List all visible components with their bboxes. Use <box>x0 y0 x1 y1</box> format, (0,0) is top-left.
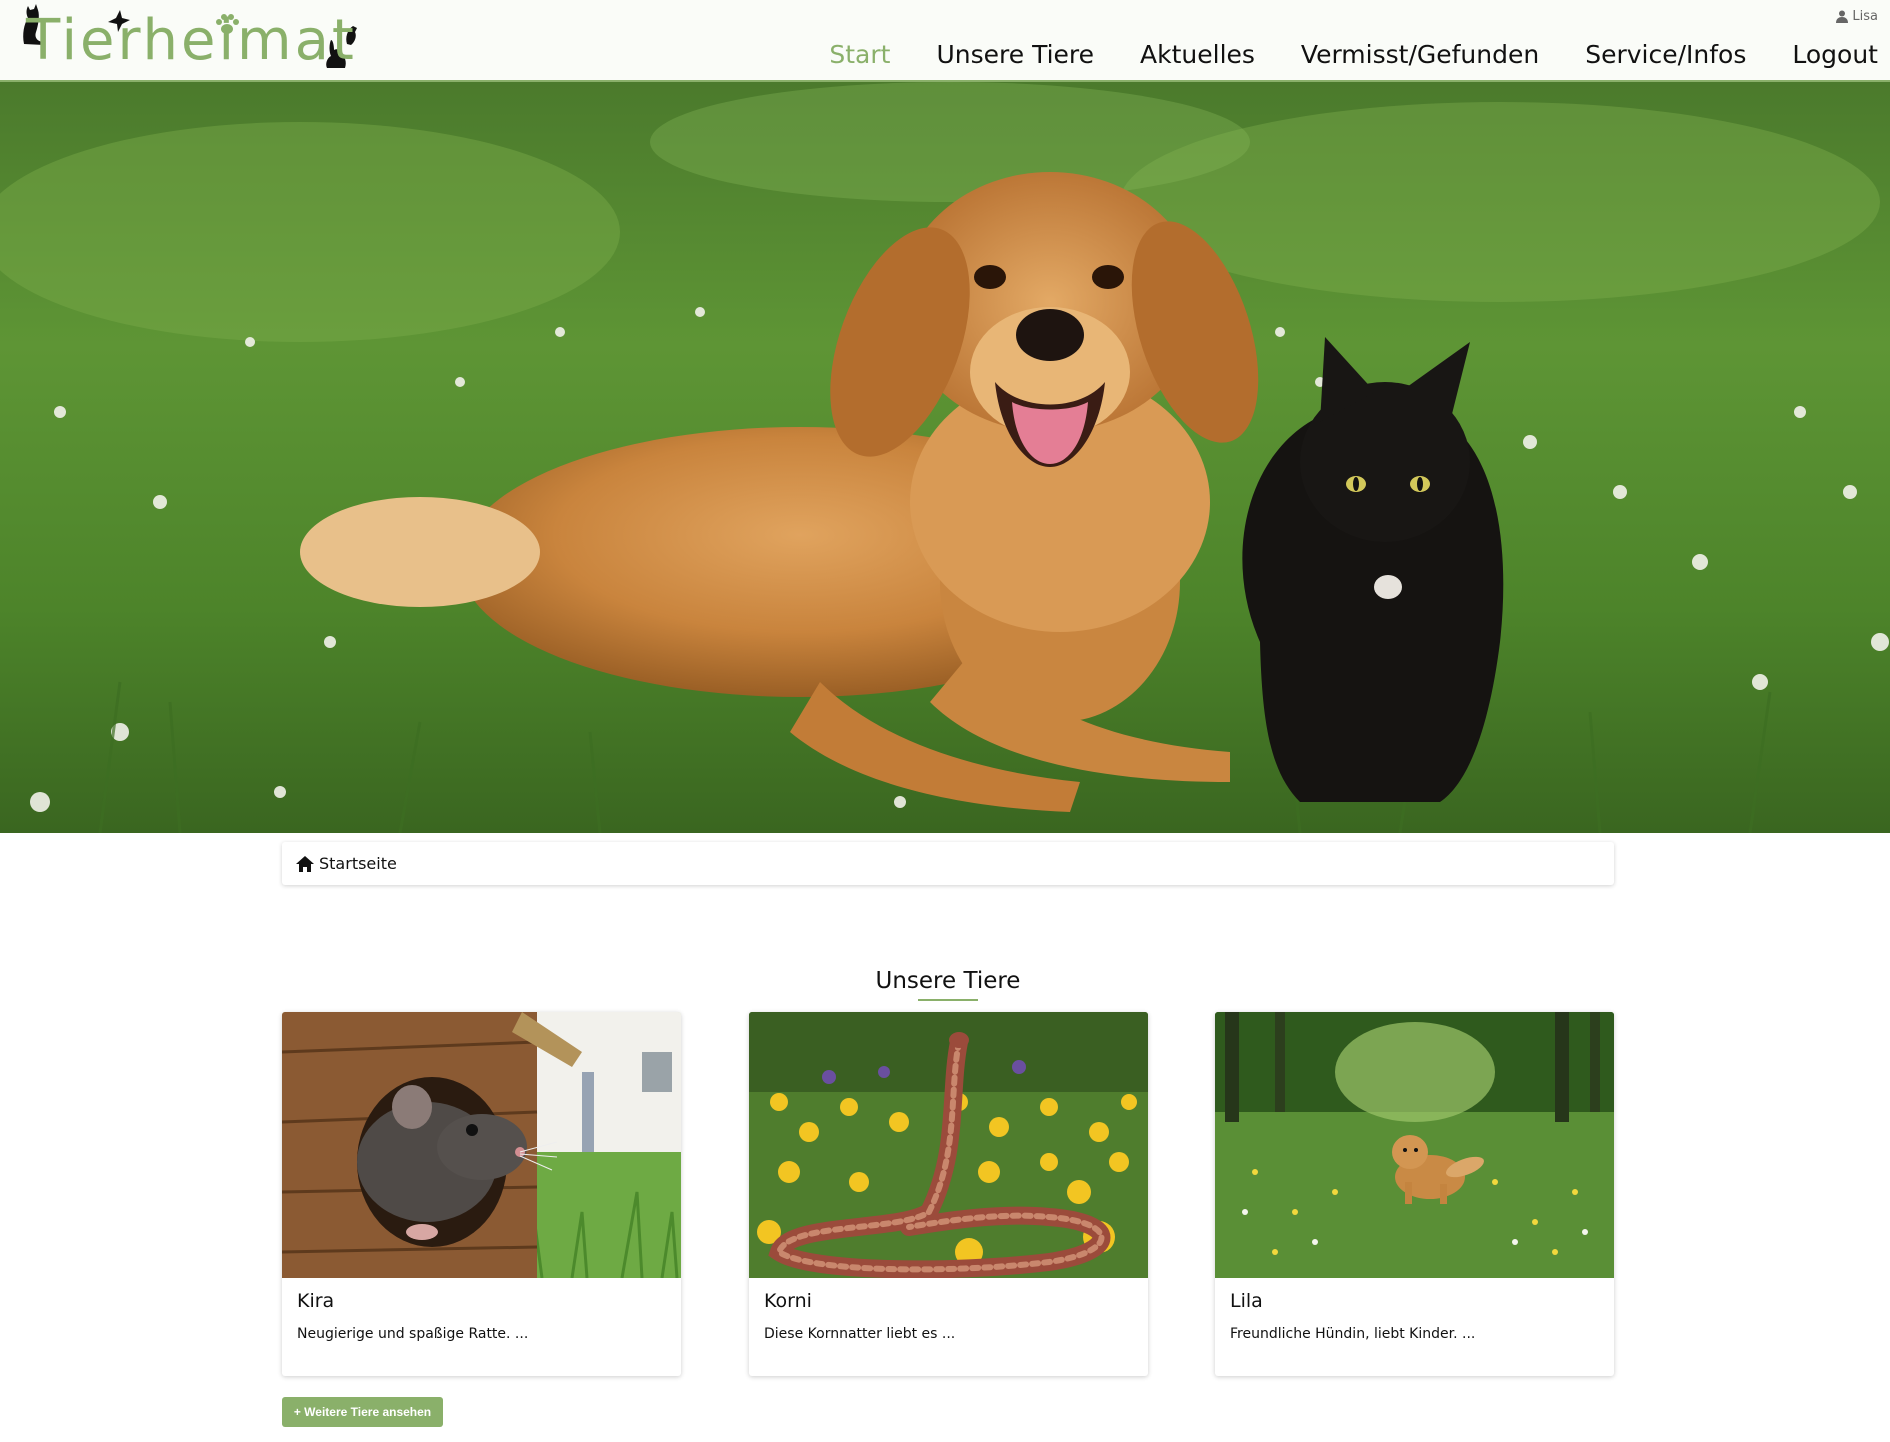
home-icon[interactable] <box>296 855 314 872</box>
nav-item-unsere-tiere[interactable]: Unsere Tiere <box>936 40 1094 69</box>
nav-item-start[interactable]: Start <box>829 40 890 69</box>
nav-item-vermisst-gefunden[interactable]: Vermisst/Gefunden <box>1301 40 1539 69</box>
nav-item-logout[interactable]: Logout <box>1792 40 1878 69</box>
site-header: Tierheimat Lisa Start Unsere Tiere Aktue… <box>0 0 1890 83</box>
animal-cards: Kira Neugierige und spaßige Ratte. ... K… <box>282 1012 1614 1376</box>
animal-card-description: Freundliche Hündin, liebt Kinder. ... <box>1230 1326 1476 1342</box>
section-title: Unsere Tiere <box>875 968 1021 994</box>
animal-card-image <box>749 1012 1148 1278</box>
nav-item-aktuelles[interactable]: Aktuelles <box>1140 40 1255 69</box>
animal-card-image <box>282 1012 681 1278</box>
animal-card-description: Neugierige und spaßige Ratte. ... <box>297 1326 529 1342</box>
section-title-underline <box>918 999 978 1001</box>
animal-card-kira[interactable]: Kira Neugierige und spaßige Ratte. ... <box>282 1012 681 1376</box>
breadcrumb-startseite[interactable]: Startseite <box>319 854 397 873</box>
animal-card-name: Korni <box>764 1290 812 1312</box>
nav-item-service-infos[interactable]: Service/Infos <box>1585 40 1746 69</box>
user-menu[interactable]: Lisa <box>1836 9 1878 24</box>
animal-card-name: Lila <box>1230 1290 1263 1312</box>
user-name: Lisa <box>1852 9 1878 24</box>
more-animals-button[interactable]: + Weitere Tiere ansehen <box>282 1397 443 1427</box>
animal-card-lila[interactable]: Lila Freundliche Hündin, liebt Kinder. .… <box>1215 1012 1614 1376</box>
main-nav: Start Unsere Tiere Aktuelles Vermisst/Ge… <box>783 36 1890 72</box>
site-logo[interactable]: Tierheimat <box>18 0 358 80</box>
animal-card-description: Diese Kornnatter liebt es ... <box>764 1326 956 1342</box>
animal-card-image <box>1215 1012 1614 1278</box>
hero-image <box>0 82 1890 833</box>
animal-card-korni[interactable]: Korni Diese Kornnatter liebt es ... <box>749 1012 1148 1376</box>
user-icon <box>1836 10 1849 23</box>
breadcrumb: Startseite <box>282 842 1614 885</box>
logo-text: Tierheimat <box>26 8 357 73</box>
animal-card-name: Kira <box>297 1290 335 1312</box>
